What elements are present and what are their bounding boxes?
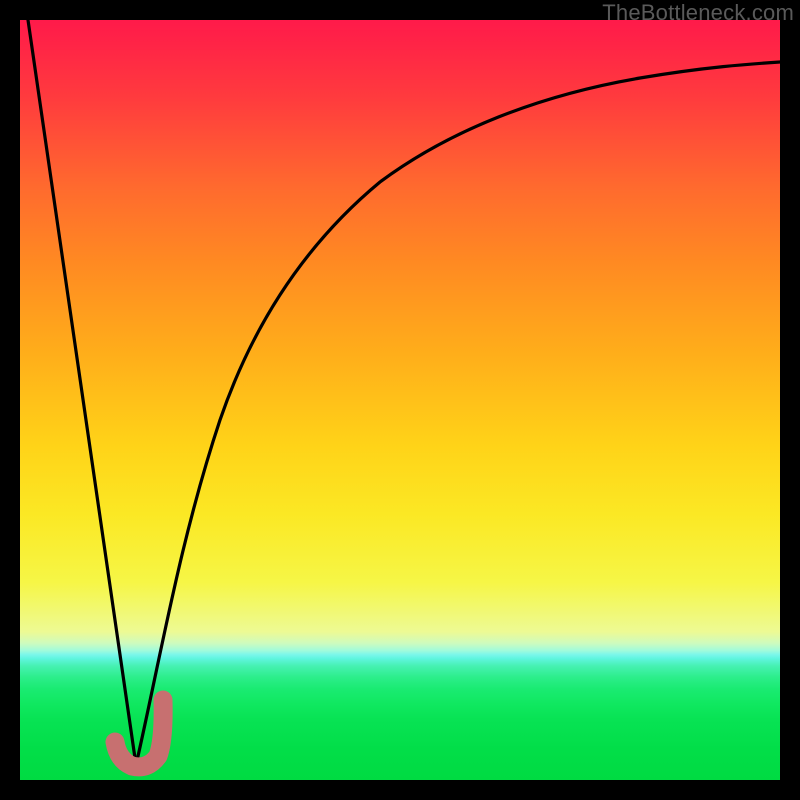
plot-area [20, 20, 780, 780]
line-right-curve [136, 62, 780, 765]
marker-dot [106, 733, 124, 751]
line-left-slope [28, 20, 136, 765]
watermark-text: TheBottleneck.com [602, 0, 794, 26]
chart-lines [20, 20, 780, 780]
chart-container: TheBottleneck.com [0, 0, 800, 800]
